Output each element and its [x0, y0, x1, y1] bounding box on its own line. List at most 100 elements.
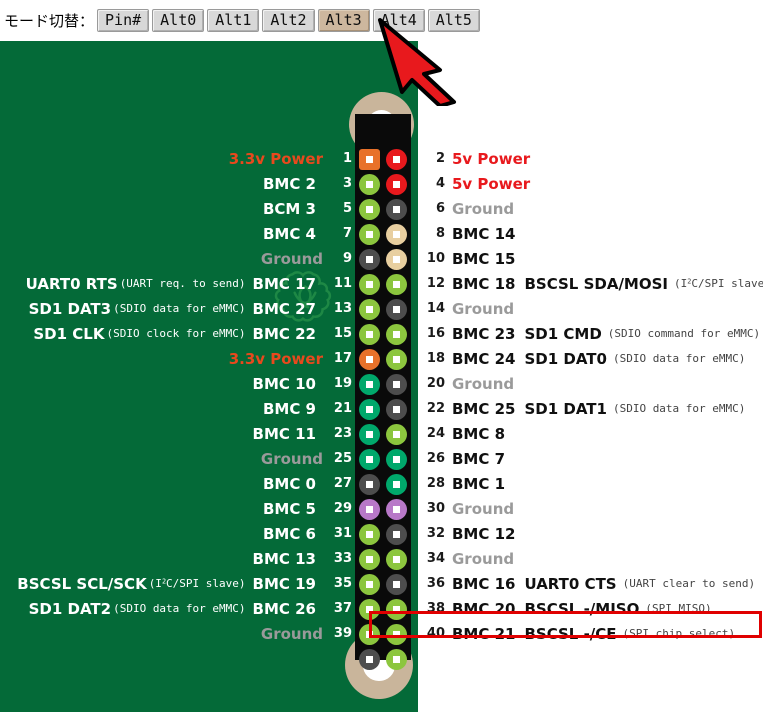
pin-row-left[interactable]: BMC 10 19 [253, 371, 352, 396]
pin-dot-right[interactable] [386, 349, 407, 370]
pin-row-left[interactable]: BCM 3 5 [263, 196, 352, 221]
pin-row-left[interactable]: 3.3v Power 1 [229, 146, 352, 171]
pin-dot-left[interactable] [359, 349, 380, 370]
mode-button-alt4[interactable]: Alt4 [372, 9, 425, 32]
pin-dot-right[interactable] [386, 649, 407, 670]
pin-row-right[interactable]: 32 BMC 12 [418, 521, 516, 546]
mode-button-pinnum[interactable]: Pin# [97, 9, 150, 32]
pin-row-left[interactable]: BMC 9 21 [263, 396, 352, 421]
pin-dot-right[interactable] [386, 574, 407, 595]
pin-dot-right[interactable] [386, 199, 407, 220]
pin-row-right[interactable]: 26 BMC 7 [418, 446, 505, 471]
pin-dot-left[interactable] [359, 149, 380, 170]
pin-dot-left[interactable] [359, 374, 380, 395]
pin-dot-left[interactable] [359, 499, 380, 520]
pin-row-right[interactable]: 20 Ground [418, 371, 514, 396]
pin-row-right[interactable]: 28 BMC 1 [418, 471, 505, 496]
pin-row-right[interactable]: 14 Ground [418, 296, 514, 321]
pin-row-left[interactable]: Ground 9 [261, 246, 352, 271]
pin-row-left[interactable]: BMC 5 29 [263, 496, 352, 521]
pin-dot-right[interactable] [386, 174, 407, 195]
mode-button-alt3[interactable]: Alt3 [317, 9, 370, 32]
pin-dot-left[interactable] [359, 324, 380, 345]
pin-dot-right[interactable] [386, 549, 407, 570]
pin-dot-right[interactable] [386, 149, 407, 170]
pin-dot-right[interactable] [386, 499, 407, 520]
pin-row-right[interactable]: 2 5v Power [418, 146, 530, 171]
pin-row-left[interactable]: BMC 4 7 [263, 221, 352, 246]
pin-row-right[interactable]: 22 BMC 25 SD1 DAT1 (SDIO data for eMMC) [418, 396, 746, 421]
pin-row-left[interactable]: 3.3v Power 17 [229, 346, 352, 371]
pin-row-left[interactable]: BMC 11 23 [253, 421, 352, 446]
pin-row-right[interactable]: 40 BMC 21 BSCSL -/CE (SPI chip select) [418, 621, 735, 646]
pin-dot-left[interactable] [359, 574, 380, 595]
pin-row-right[interactable]: 18 BMC 24 SD1 DAT0 (SDIO data for eMMC) [418, 346, 746, 371]
pin-dot-left[interactable] [359, 224, 380, 245]
pin-number: 40 [426, 626, 445, 641]
pin-dot-left[interactable] [359, 249, 380, 270]
pin-dot-right[interactable] [386, 624, 407, 645]
pin-dot-right[interactable] [386, 524, 407, 545]
pin-row-left[interactable]: BMC 2 3 [263, 171, 352, 196]
pin-alt-label: BMC 9 [262, 399, 316, 418]
pin-alt-label: BSCSL -/CE [524, 624, 617, 643]
pin-row-right[interactable]: 36 BMC 16 UART0 CTS (UART clear to send) [418, 571, 755, 596]
pin-dot-left[interactable] [359, 424, 380, 445]
pin-row-left[interactable]: SD1 CLK (SDIO clock for eMMC) BMC 22 15 [33, 321, 352, 346]
pin-dot-right[interactable] [386, 374, 407, 395]
pin-number: 18 [426, 351, 445, 366]
pin-dot-left[interactable] [359, 524, 380, 545]
pin-row-right[interactable]: 6 Ground [418, 196, 514, 221]
pin-row-right[interactable]: 30 Ground [418, 496, 514, 521]
pin-dot-left[interactable] [359, 624, 380, 645]
pin-function-label: BMC 18 [452, 274, 516, 293]
pin-dot-left[interactable] [359, 199, 380, 220]
pin-dot-left[interactable] [359, 399, 380, 420]
pin-dot-left[interactable] [359, 299, 380, 320]
pin-number: 23 [333, 426, 352, 441]
mode-button-alt1[interactable]: Alt1 [207, 9, 260, 32]
pin-row-right[interactable]: 38 BMC 20 BSCSL -/MISO (SPI MISO) [418, 596, 712, 621]
pin-description: (SDIO clock for eMMC) [106, 327, 246, 340]
pin-row-right[interactable]: 34 Ground [418, 546, 514, 571]
pin-row-right[interactable]: 4 5v Power [418, 171, 530, 196]
pin-row-right[interactable]: 24 BMC 8 [418, 421, 505, 446]
pin-row-left[interactable]: UART0 RTS (UART req. to send) BMC 17 11 [26, 271, 352, 296]
pin-row-left[interactable]: BMC 0 27 [263, 471, 352, 496]
pin-dot-right[interactable] [386, 449, 407, 470]
mode-button-alt0[interactable]: Alt0 [152, 9, 205, 32]
pin-row-right[interactable]: 8 BMC 14 [418, 221, 516, 246]
pin-function-label: BMC 20 [452, 599, 516, 618]
pin-dot-left[interactable] [359, 649, 380, 670]
pin-row-right[interactable]: 16 BMC 23 SD1 CMD (SDIO command for eMMC) [418, 321, 760, 346]
pin-dot-left[interactable] [359, 549, 380, 570]
pin-row-right[interactable]: 12 BMC 18 BSCSL SDA/MOSI (I2C/SPI slave) [418, 271, 763, 296]
mode-button-alt2[interactable]: Alt2 [262, 9, 315, 32]
pin-function-label: Ground [260, 249, 323, 268]
pin-dot-right[interactable] [386, 249, 407, 270]
pin-number: 35 [333, 576, 352, 591]
pin-dot-right[interactable] [386, 324, 407, 345]
pin-dot-right[interactable] [386, 424, 407, 445]
pin-row-left[interactable]: Ground 39 [261, 621, 352, 646]
pin-dot-right[interactable] [386, 399, 407, 420]
pin-dot-left[interactable] [359, 449, 380, 470]
mode-button-alt5[interactable]: Alt5 [427, 9, 480, 32]
pin-row-left[interactable]: SD1 DAT3 (SDIO data for eMMC) BMC 27 13 [29, 296, 352, 321]
pin-dot-left[interactable] [359, 599, 380, 620]
pin-dot-right[interactable] [386, 299, 407, 320]
pin-dot-left[interactable] [359, 174, 380, 195]
pin-row-left[interactable]: Ground 25 [261, 446, 352, 471]
pin-dot-left[interactable] [359, 274, 380, 295]
pin-row-left[interactable]: BMC 13 33 [253, 546, 352, 571]
pin-dot-right[interactable] [386, 474, 407, 495]
pin-row-left[interactable]: BSCSL SCL/SCK (I2C/SPI slave) BMC 19 35 [17, 571, 352, 596]
pin-dot-left[interactable] [359, 474, 380, 495]
pin-row-right[interactable]: 10 BMC 15 [418, 246, 516, 271]
pin-row-left[interactable]: BMC 6 31 [263, 521, 352, 546]
pin-row-left[interactable]: SD1 DAT2 (SDIO data for eMMC) BMC 26 37 [29, 596, 352, 621]
pin-alt-label: BMC 10 [252, 374, 316, 393]
pin-dot-right[interactable] [386, 599, 407, 620]
pin-dot-right[interactable] [386, 224, 407, 245]
pin-dot-right[interactable] [386, 274, 407, 295]
